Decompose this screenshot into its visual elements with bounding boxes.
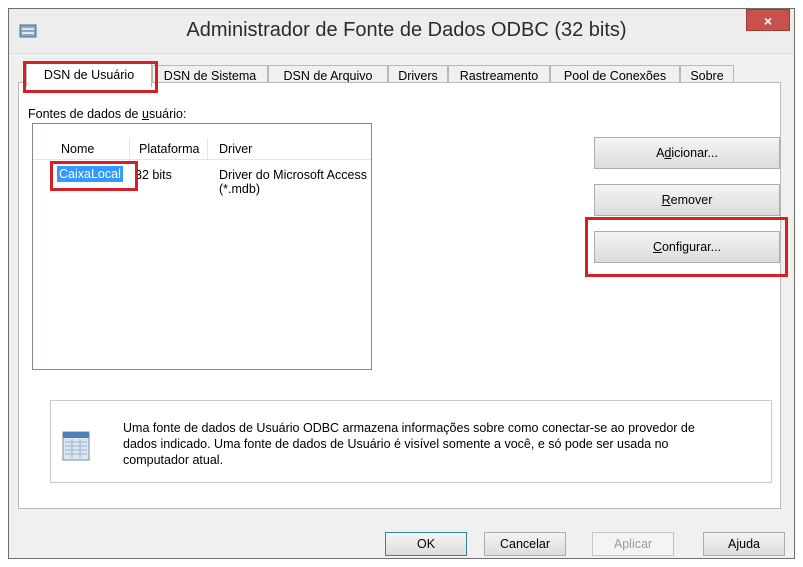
add-button[interactable]: Adicionar... xyxy=(594,137,780,169)
cancel-button[interactable]: Cancelar xyxy=(484,532,566,556)
column-separator[interactable] xyxy=(129,138,130,160)
column-header-platform[interactable]: Plataforma xyxy=(139,142,199,156)
list-label: Fontes de dados de usuário: xyxy=(28,107,187,121)
configure-button[interactable]: Configurar... xyxy=(594,231,780,263)
data-table-icon xyxy=(62,431,90,461)
info-line: dados indicado. Uma fonte de dados de Us… xyxy=(123,437,669,451)
data-sources-list[interactable]: Nome Plataforma Driver CaixaLocal 32 bit… xyxy=(32,123,372,370)
column-separator[interactable] xyxy=(207,138,208,160)
remove-button[interactable]: Remover xyxy=(594,184,780,216)
header-divider xyxy=(33,159,371,160)
tab-dsn-usuario[interactable]: DSN de Usuário xyxy=(26,62,152,87)
row-platform[interactable]: 32 bits xyxy=(135,168,172,182)
column-header-name[interactable]: Nome xyxy=(61,142,94,156)
window-title: Administrador de Fonte de Dados ODBC (32… xyxy=(186,19,627,41)
apply-button: Aplicar xyxy=(592,532,674,556)
info-line: Uma fonte de dados de Usuário ODBC armaz… xyxy=(123,421,695,435)
close-button[interactable]: × xyxy=(746,9,790,31)
row-name-selected[interactable]: CaixaLocal xyxy=(57,166,123,182)
info-text: Uma fonte de dados de Usuário ODBC armaz… xyxy=(123,420,763,468)
title-bar[interactable]: Administrador de Fonte de Dados ODBC (32… xyxy=(9,9,794,54)
ok-button[interactable]: OK xyxy=(385,532,467,556)
row-driver[interactable]: Driver do Microsoft Access (*.mdb) xyxy=(219,168,371,196)
column-header-driver[interactable]: Driver xyxy=(219,142,252,156)
help-button[interactable]: Ajuda xyxy=(703,532,785,556)
info-box: Uma fonte de dados de Usuário ODBC armaz… xyxy=(50,400,772,483)
info-line: computador atual. xyxy=(123,453,224,467)
